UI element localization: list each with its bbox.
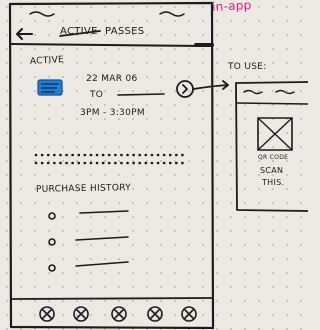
scan-label-line-2: THIS. (262, 178, 285, 187)
to-use-label: TO USE: (228, 62, 267, 72)
nav-x-circle-icon-2[interactable] (73, 306, 89, 322)
phone-frame (8, 1, 215, 330)
page-title: PASSES (105, 26, 145, 37)
pass-date: 22 MAR 06 (86, 74, 138, 84)
history-item-1[interactable] (48, 210, 129, 220)
wireframe-sketch (8, 1, 308, 330)
scan-label-line-1: SCAN (260, 166, 284, 175)
ticket-icon (37, 79, 63, 96)
nav-x-circle-icon-5[interactable] (181, 306, 197, 322)
to-use-screen-frame (235, 81, 308, 212)
to-use-status-bar (243, 89, 295, 95)
chevron-right-circle-icon[interactable] (176, 80, 194, 98)
nav-x-circle-icon-1[interactable] (39, 306, 55, 322)
sketch-canvas: in-app ACTIVE PASSES ACTIVE 22 MAR 06 TO… (0, 0, 308, 330)
to-use-header-divider (236, 102, 308, 105)
pass-to-label: TO (90, 90, 104, 100)
status-bar (29, 11, 185, 17)
bottom-nav-divider (10, 297, 213, 300)
pass-time-range: 3PM - 3:30PM (80, 108, 145, 118)
in-app-note: in-app (211, 0, 253, 15)
header-divider (10, 43, 207, 47)
purchase-history-heading: PURCHASE HISTORY (35, 183, 132, 195)
to-line (117, 93, 165, 96)
history-item-2[interactable] (48, 236, 129, 246)
nav-x-circle-icon-4[interactable] (147, 306, 163, 322)
title-crossed-word: ACTIVE (60, 26, 98, 37)
nav-x-circle-icon-3[interactable] (111, 306, 127, 322)
back-arrow-icon[interactable] (16, 28, 33, 40)
flow-arrow (193, 80, 229, 90)
qr-code-placeholder (257, 117, 293, 151)
qr-code-label: QR CODE (258, 154, 289, 161)
active-section-label: ACTIVE (29, 55, 65, 67)
history-item-3[interactable] (48, 261, 129, 272)
